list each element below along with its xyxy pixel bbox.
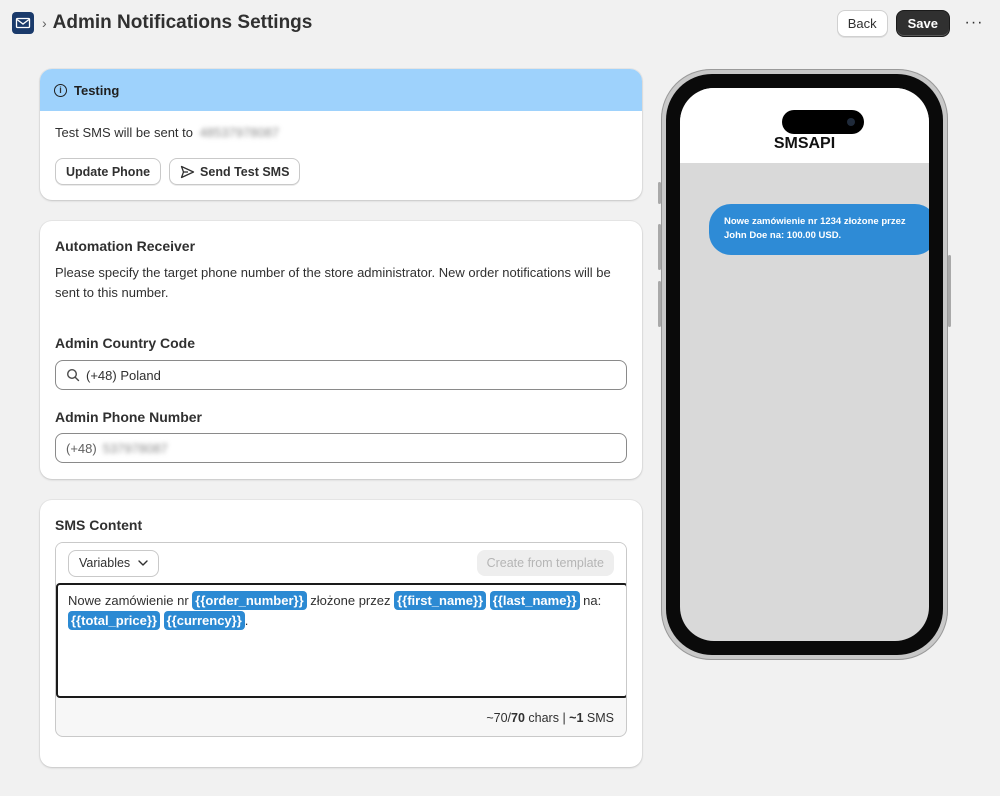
phone-bezel: SMSAPI Nowe zamówienie nr 1234 złożone p… — [666, 74, 943, 655]
counter-chars-suffix: chars — [524, 711, 559, 725]
save-button[interactable]: Save — [895, 9, 950, 37]
sms-content-card: SMS Content Variables Create from templa… — [40, 500, 642, 767]
test-buttons: Update Phone Send Test SMS — [55, 158, 301, 185]
testing-title: Testing — [74, 82, 120, 98]
sms-content-editor[interactable]: Nowe zamówienie nr {{order_number}} złoż… — [56, 583, 626, 698]
variable-tag-currency[interactable]: {{currency}} — [163, 611, 245, 630]
sms-content-title: SMS Content — [55, 517, 143, 533]
dynamic-island — [782, 110, 864, 134]
envelope-icon — [15, 17, 31, 29]
chevron-down-icon — [138, 560, 148, 566]
test-recipient-label: Test SMS will be sent to — [55, 125, 193, 140]
testing-card: i Testing Test SMS will be sent to 48537… — [40, 69, 642, 200]
content-text: . — [244, 613, 249, 628]
variables-label: Variables — [79, 556, 131, 570]
page-title: Admin Notifications Settings — [52, 12, 313, 33]
breadcrumb-separator: › — [42, 15, 47, 31]
counter-sms-suffix: SMS — [583, 711, 614, 725]
phone-side-button — [658, 281, 661, 327]
variable-tag-first-name[interactable]: {{first_name}} — [394, 591, 487, 610]
counter-approx: ~70/ — [486, 711, 512, 725]
country-code-value: (+48) Poland — [86, 367, 161, 383]
phone-preview: SMSAPI Nowe zamówienie nr 1234 złożone p… — [658, 69, 951, 660]
content-text: złożone przez — [306, 593, 395, 608]
character-counter: ~70/70 chars | ~1 SMS — [486, 711, 614, 725]
receiver-title: Automation Receiver — [55, 238, 196, 254]
country-code-label: Admin Country Code — [55, 335, 195, 351]
send-icon — [180, 165, 195, 178]
sms-editor-container: Variables Create from template Nowe zamó… — [55, 542, 627, 737]
testing-banner: i Testing — [40, 69, 642, 111]
country-code-search-input[interactable]: (+48) Poland — [55, 360, 627, 390]
phone-prefix: (+48) — [66, 440, 97, 456]
counter-sms-count: ~1 — [569, 711, 584, 725]
content-text: na: — [579, 593, 602, 608]
editor-toolbar: Variables Create from template — [56, 543, 626, 583]
create-from-template-button[interactable]: Create from template — [476, 550, 614, 576]
content-text: Nowe zamówienie nr — [68, 593, 193, 608]
app-icon[interactable] — [12, 12, 34, 34]
send-test-sms-label: Send Test SMS — [200, 164, 290, 179]
top-actions: Back Save ··· — [836, 9, 988, 37]
update-phone-label: Update Phone — [66, 164, 151, 179]
top-bar: › Admin Notifications Settings Back Save… — [0, 0, 1000, 46]
phone-screen: SMSAPI Nowe zamówienie nr 1234 złożone p… — [680, 88, 929, 641]
phone-side-button — [658, 224, 661, 270]
search-icon — [66, 368, 80, 382]
phone-number-value: 537978087 — [102, 440, 168, 456]
sender-name: SMSAPI — [773, 135, 836, 152]
variable-tag-total-price[interactable]: {{total_price}} — [68, 611, 160, 630]
test-recipient-line: Test SMS will be sent to 48537978087 — [55, 125, 279, 140]
back-button[interactable]: Back — [836, 9, 888, 37]
update-phone-button[interactable]: Update Phone — [55, 158, 162, 185]
test-recipient-phone: 48537978087 — [199, 125, 280, 140]
sms-preview-bubble: Nowe zamówienie nr 1234 złożone przez Jo… — [709, 204, 929, 255]
info-icon: i — [54, 83, 67, 97]
variable-tag-order-number[interactable]: {{order_number}} — [192, 591, 307, 610]
counter-max: 70 — [511, 711, 525, 725]
counter-separator: | — [558, 711, 570, 725]
phone-side-button — [658, 182, 661, 204]
send-test-sms-button[interactable]: Send Test SMS — [169, 158, 301, 185]
automation-receiver-card: Automation Receiver Please specify the t… — [40, 221, 642, 479]
phone-side-button — [948, 255, 951, 327]
variable-tag-last-name[interactable]: {{last_name}} — [489, 591, 580, 610]
variables-dropdown[interactable]: Variables — [68, 549, 160, 577]
more-actions-icon[interactable]: ··· — [960, 9, 988, 37]
receiver-description: Please specify the target phone number o… — [55, 265, 611, 300]
phone-number-label: Admin Phone Number — [55, 409, 203, 425]
phone-number-input[interactable]: (+48) 537978087 — [55, 433, 627, 463]
camera-icon — [847, 118, 855, 126]
